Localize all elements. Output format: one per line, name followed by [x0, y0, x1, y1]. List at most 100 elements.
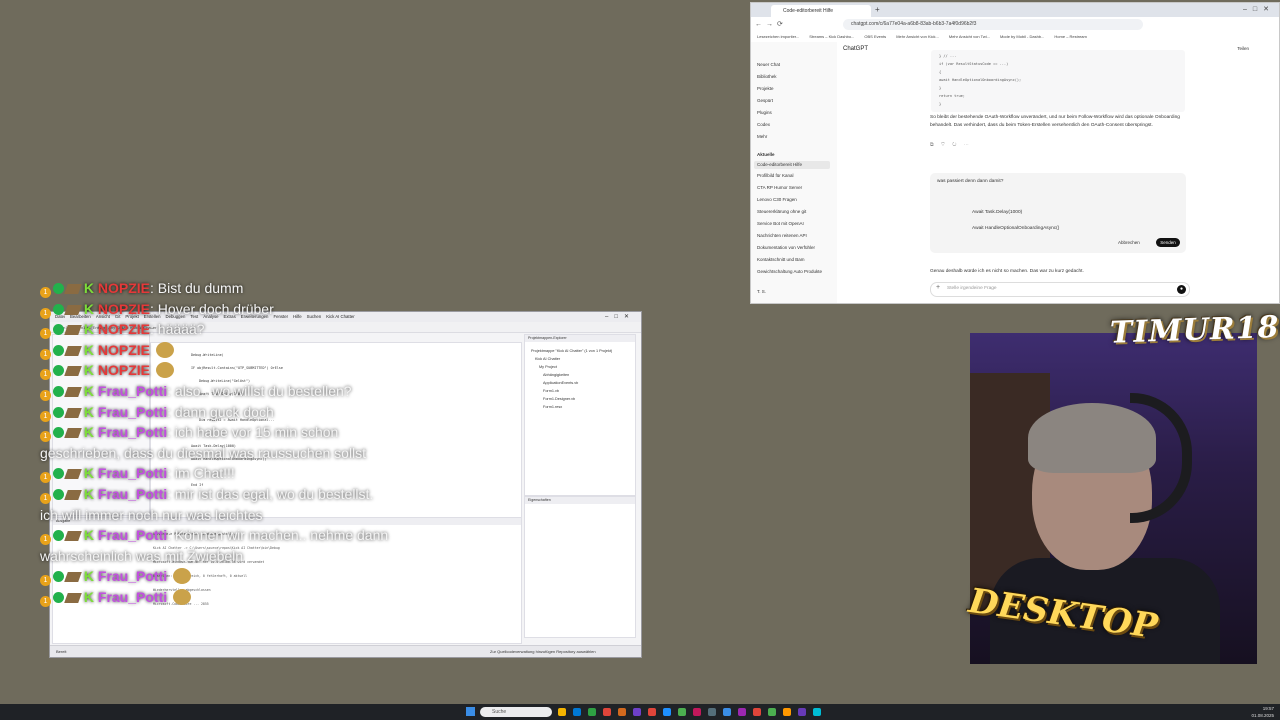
ide-menu-item[interactable]: Hilfe — [293, 314, 302, 319]
chat-username[interactable]: NOPZIE — [98, 301, 150, 317]
bookmark-item[interactable]: Mehr Ansicht von Twi... — [949, 34, 990, 39]
plus-icon[interactable]: + — [936, 284, 940, 291]
taskbar-app-icon[interactable] — [618, 708, 626, 716]
chat-message-continuation: wahrscheinlich was mit Zwiebeln — [40, 547, 244, 564]
model-title[interactable]: ChatGPT — [843, 46, 868, 52]
recent-chat-item[interactable]: CTA RP Humor Server — [757, 185, 802, 190]
chat-username[interactable]: Frau_Potti — [98, 424, 167, 440]
new-tab-icon[interactable]: + — [875, 5, 880, 15]
taskbar-app-icon[interactable] — [633, 708, 641, 716]
recent-chat-item[interactable]: Kontaktschnitt und Bam — [757, 257, 805, 262]
taskbar-app-icon[interactable] — [603, 708, 611, 716]
ide-menu-item[interactable]: Suchen — [307, 314, 322, 319]
message-actions-icon[interactable]: ⧉ ♡ ↻ ⋯ — [930, 142, 972, 148]
chat-text: : Hover doch drüber — [150, 300, 274, 317]
sub-badge-icon: 1 — [40, 472, 51, 484]
solution-item[interactable]: Form1.vb — [543, 389, 559, 393]
chat-username[interactable]: NOPZIE — [98, 280, 150, 296]
taskbar-app-icon[interactable] — [768, 708, 776, 716]
status-bar: Bereit Zur Quellcodeverwaltung hinzufüge… — [50, 645, 641, 657]
chat-username[interactable]: Frau_Potti — [98, 527, 167, 543]
bookmark-item[interactable]: Streams – Kick Dashbo... — [809, 34, 854, 39]
solution-item[interactable]: Form1.resx — [543, 405, 562, 409]
ide-menu-item[interactable]: Kick AI Chatter — [326, 314, 354, 319]
taskbar-app-icon[interactable] — [558, 708, 566, 716]
sub-badge-icon: 1 — [40, 390, 51, 401]
voice-icon[interactable]: ● — [1177, 285, 1186, 294]
solution-item[interactable]: Abhängigkeiten — [543, 373, 569, 377]
chat-username[interactable]: NOPZIE — [98, 362, 150, 378]
taskbar-app-icon[interactable] — [693, 708, 701, 716]
sidebar-item[interactable]: Bibliothek — [757, 74, 777, 79]
recent-chat-item[interactable]: Service Bot mit OpenAI — [757, 221, 804, 226]
taskbar-app-icon[interactable] — [738, 708, 746, 716]
sidebar-item[interactable]: Plugins — [757, 110, 772, 115]
chat-username[interactable]: NOPZIE — [98, 321, 150, 337]
taskbar-app-icon[interactable] — [783, 708, 791, 716]
chat-username[interactable]: Frau_Potti — [98, 383, 167, 399]
recent-header: Aktuelle — [757, 152, 775, 157]
taskbar-app-icon[interactable] — [663, 708, 671, 716]
taskbar-app-icon[interactable] — [648, 708, 656, 716]
code-line: { — [939, 70, 942, 74]
taskbar-app-icon[interactable] — [753, 708, 761, 716]
windows-start-icon[interactable] — [466, 707, 475, 716]
bookmark-item[interactable]: Lesezeichen importier... — [757, 34, 799, 39]
panel-title: Eigenschaften — [525, 497, 635, 504]
status-right[interactable]: Zur Quellcodeverwaltung hinzufügen Repos… — [490, 646, 596, 657]
platform-k-icon: K — [80, 383, 98, 399]
taskbar-app-icon[interactable] — [813, 708, 821, 716]
chat-message: 1 K Frau_Potti: im Chat!!! — [40, 463, 235, 484]
taskbar-app-icon[interactable] — [588, 708, 596, 716]
bookmark-item[interactable]: Home – Restream — [1054, 34, 1086, 39]
recent-chat-item[interactable]: Code-editorbereit Hilfe — [754, 161, 830, 169]
user-message-edit[interactable]: was passiert denn dann damit? Await Task… — [930, 173, 1186, 253]
solution-item[interactable]: Kick AI Chatter — [535, 357, 560, 361]
cancel-button[interactable]: Abbrechen — [1118, 240, 1140, 245]
chat-message: 1 K Frau_Potti — [40, 566, 192, 587]
window-controls[interactable]: –□✕ — [605, 312, 635, 322]
bookmark-item[interactable]: OBS Events — [864, 34, 886, 39]
solution-item[interactable]: ApplicationEvents.vb — [543, 381, 578, 385]
user-profile[interactable]: T. S. — [757, 289, 766, 294]
sidebar-item[interactable]: Projekte — [757, 86, 774, 91]
bookmark-item[interactable]: Mehr Ansicht von Kick... — [896, 34, 939, 39]
chat-username[interactable]: Frau_Potti — [98, 404, 167, 420]
sidebar-item[interactable]: Mehr — [757, 134, 767, 139]
recent-chat-item[interactable]: Dokumentation von Verfühler — [757, 245, 815, 250]
code-line: } // ... — [939, 54, 957, 58]
solution-item[interactable]: My Project — [539, 365, 557, 369]
taskbar-app-icon[interactable] — [573, 708, 581, 716]
taskbar-app-icon[interactable] — [798, 708, 806, 716]
sidebar-item[interactable]: Neuer Chat — [757, 62, 780, 67]
solution-item[interactable]: Projektmappe "Kick AI Chatter" (1 von 1 … — [531, 349, 612, 353]
ide-menu-item[interactable]: Fenster — [273, 314, 288, 319]
recent-chat-item[interactable]: Profilbild für Kanal — [757, 173, 794, 178]
nav-buttons-icon[interactable]: ←→⟳ — [755, 20, 787, 29]
address-bar[interactable]: chatgpt.com/c/6a77e04a-a6b8-83ab-b6b3-7a… — [843, 19, 1143, 30]
share-button[interactable]: Teilen — [1237, 46, 1249, 51]
chat-username[interactable]: Frau_Potti — [98, 486, 167, 502]
sidebar-item[interactable]: Gespürt — [757, 98, 773, 103]
solution-item[interactable]: Form1.Designer.vb — [543, 397, 575, 401]
taskbar-search[interactable]: Suche — [480, 707, 552, 717]
chat-username[interactable]: Frau_Potti — [98, 568, 167, 584]
chat-username[interactable]: Frau_Potti — [98, 465, 167, 481]
recent-chat-item[interactable]: Steuererklärung ohne git — [757, 209, 806, 214]
window-controls[interactable]: –□✕ — [1243, 5, 1275, 15]
chat-username[interactable]: NOPZIE — [98, 342, 150, 358]
clock[interactable]: 19:57 01.08.2025 — [1251, 705, 1274, 719]
clock-time: 19:57 — [1262, 706, 1274, 711]
bookmark-item[interactable]: Mode by Mobil - Dashb... — [1000, 34, 1044, 39]
recent-chat-item[interactable]: Nachrichten reitenen API — [757, 233, 807, 238]
prompt-input[interactable]: + Stelle irgendeine Frage ● — [930, 282, 1190, 297]
chat-username[interactable]: Frau_Potti — [98, 589, 167, 605]
taskbar-app-icon[interactable] — [723, 708, 731, 716]
taskbar-app-icon[interactable] — [708, 708, 716, 716]
taskbar-app-icon[interactable] — [678, 708, 686, 716]
sidebar-item[interactable]: Codex — [757, 122, 770, 127]
browser-tab[interactable]: Code-editorbereit Hilfe — [771, 5, 871, 17]
recent-chat-item[interactable]: Gewichtschaltung Auto Produkte — [757, 269, 822, 274]
send-button[interactable]: Senden — [1156, 238, 1180, 247]
recent-chat-item[interactable]: Lenovo C30 Fragen — [757, 197, 797, 202]
